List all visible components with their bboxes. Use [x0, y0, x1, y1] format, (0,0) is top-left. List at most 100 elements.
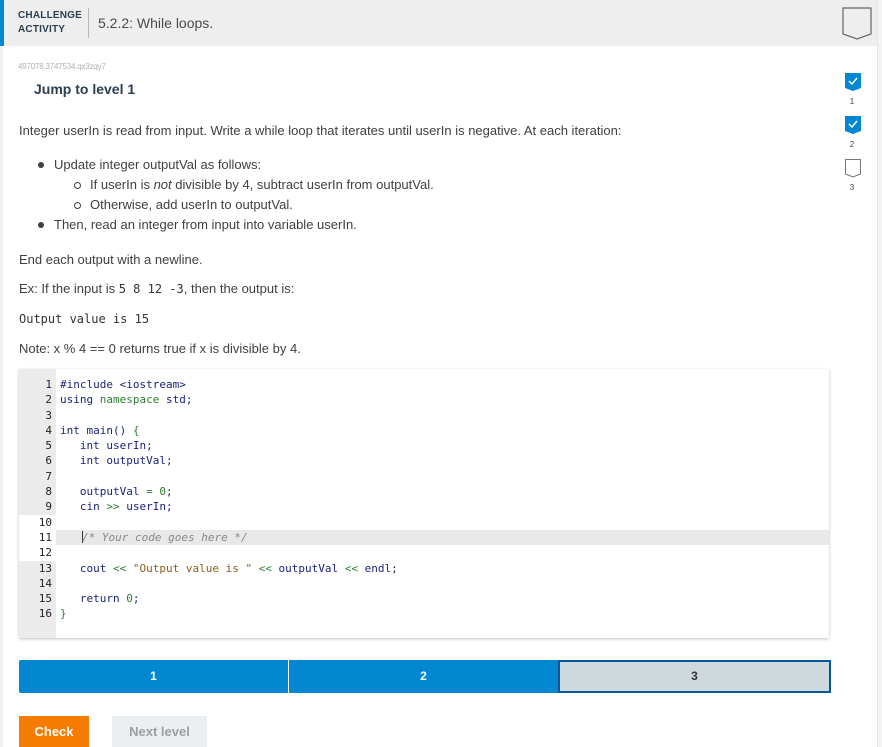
- level-tab-1[interactable]: 1: [19, 660, 288, 693]
- activity-title: 5.2.2: While loops.: [98, 15, 214, 31]
- page-left-border: [0, 46, 3, 747]
- token: <<: [258, 561, 272, 575]
- token: int: [60, 439, 100, 453]
- token: return: [60, 592, 127, 606]
- check-icon: [845, 73, 861, 91]
- text: , then the output is:: [183, 281, 295, 296]
- line-number: 14: [38, 576, 52, 590]
- code-line: 2 using namespace std;: [19, 392, 829, 407]
- code-line-editable[interactable]: 11 /* Your code goes here */: [19, 529, 829, 546]
- bookmark-icon[interactable]: [842, 7, 872, 46]
- level-tab-3[interactable]: 3: [558, 660, 831, 693]
- modulo-note: Note: x % 4 == 0 returns true if x is di…: [19, 341, 301, 356]
- token: <iostream>: [119, 378, 186, 391]
- code-line: 7: [19, 469, 829, 484]
- token: 0: [126, 592, 133, 606]
- code-line-editable[interactable]: 12: [19, 545, 829, 560]
- instruction-bullet: Then, read an integer from input into va…: [36, 215, 434, 235]
- token: >>: [106, 500, 120, 514]
- page-scrollbar[interactable]: [877, 0, 882, 747]
- level-progress-sidebar: 1 2 3: [843, 73, 863, 202]
- token: ;: [165, 485, 173, 499]
- token: "Output value is ": [126, 561, 259, 575]
- text: divisible by 4, subtract userIn from out…: [171, 177, 434, 192]
- example-output: Output value is 15: [19, 312, 150, 326]
- level-badge-label: 3: [849, 183, 855, 192]
- code-line: 15 return 0;: [19, 591, 829, 606]
- code-line: 9 cin >> userIn;: [19, 499, 829, 514]
- line-number: 16: [38, 607, 52, 621]
- instructions-intro: Integer userIn is read from input. Write…: [19, 123, 622, 138]
- empty-badge-icon: [845, 159, 861, 178]
- activity-id: 497078.3747534.qx3zqy7: [18, 62, 106, 71]
- activity-type-line2: ACTIVITY: [18, 24, 66, 35]
- line-number: 4: [45, 423, 52, 437]
- token: int: [60, 454, 100, 468]
- check-button[interactable]: Check: [19, 716, 89, 747]
- newline-note: End each output with a newline.: [19, 252, 203, 267]
- code-line: 8 outputVal = 0;: [19, 484, 829, 499]
- code-line: 13 cout << "Output value is " << outputV…: [19, 561, 829, 576]
- code-line: 16}: [19, 606, 829, 621]
- token: userIn;: [99, 439, 153, 453]
- example-input: 5 8 12 -3: [118, 282, 184, 296]
- text: Ex: If the input is: [19, 281, 119, 296]
- level-tab-2[interactable]: 2: [289, 660, 558, 693]
- line-number: 13: [38, 561, 52, 575]
- emphasis: not: [153, 177, 172, 192]
- token: cout: [60, 561, 113, 575]
- code-line: 6 int outputVal;: [19, 453, 829, 468]
- header-divider: [88, 8, 89, 38]
- token: outputVal: [271, 561, 345, 575]
- level-badge-3[interactable]: 3: [843, 159, 863, 202]
- line-number: 7: [45, 469, 52, 483]
- instructions-list: Update integer outputVal as follows: If …: [36, 155, 434, 235]
- level-badge-1[interactable]: 1: [843, 73, 863, 116]
- token: outputVal: [60, 485, 147, 499]
- line-number: 11: [38, 530, 52, 544]
- line-number: 6: [45, 454, 52, 468]
- activity-type-label: CHALLENGE ACTIVITY: [18, 9, 82, 37]
- token: 0: [159, 485, 166, 499]
- line-number: 10: [38, 515, 52, 529]
- level-selector: 1 2 3: [19, 660, 831, 693]
- line-number: 9: [45, 500, 52, 514]
- code-editor[interactable]: 1 #include <iostream> 2 using namespace st…: [19, 369, 829, 638]
- token: <<: [344, 561, 359, 575]
- level-badge-2[interactable]: 2: [843, 116, 863, 159]
- token: #include: [60, 378, 120, 391]
- token: {: [132, 423, 140, 437]
- token: using: [60, 393, 94, 407]
- code-line: 4 int main() {: [19, 423, 829, 438]
- check-icon: [845, 116, 861, 134]
- next-level-button[interactable]: Next level: [112, 716, 207, 747]
- line-number: 8: [45, 485, 52, 499]
- line-number: 3: [45, 408, 52, 422]
- line-number: 15: [38, 592, 52, 606]
- activity-type-line1: CHALLENGE: [18, 10, 83, 21]
- token: int: [60, 423, 80, 437]
- jump-to-level-link[interactable]: Jump to level 1: [34, 81, 135, 97]
- code-line-editable[interactable]: 10: [19, 515, 829, 530]
- text: If userIn is: [90, 177, 154, 192]
- token: =: [146, 485, 160, 499]
- line-number: 5: [45, 439, 52, 453]
- token: std;: [165, 393, 193, 407]
- token: endl;: [358, 561, 398, 575]
- code-line: 3: [19, 408, 829, 423]
- token: <<: [112, 561, 127, 575]
- token: ;: [132, 592, 140, 606]
- line-number: 12: [38, 546, 52, 560]
- token: namespace: [93, 393, 166, 407]
- example-text: Ex: If the input is 5 8 12 -3, then the …: [19, 281, 294, 296]
- level-badge-label: 2: [849, 140, 855, 149]
- token: userIn;: [119, 500, 173, 514]
- instruction-bullet: Update integer outputVal as follows:: [36, 155, 434, 175]
- instruction-subbullet: Otherwise, add userIn to outputVal.: [36, 195, 434, 215]
- line-number: 2: [45, 393, 52, 407]
- code-line: 5 int userIn;: [19, 438, 829, 453]
- line-number: 1: [45, 378, 52, 391]
- activity-header: CHALLENGE ACTIVITY 5.2.2: While loops.: [0, 0, 877, 46]
- instruction-subbullet: If userIn is not divisible by 4, subtrac…: [36, 175, 434, 195]
- token: }: [60, 607, 67, 621]
